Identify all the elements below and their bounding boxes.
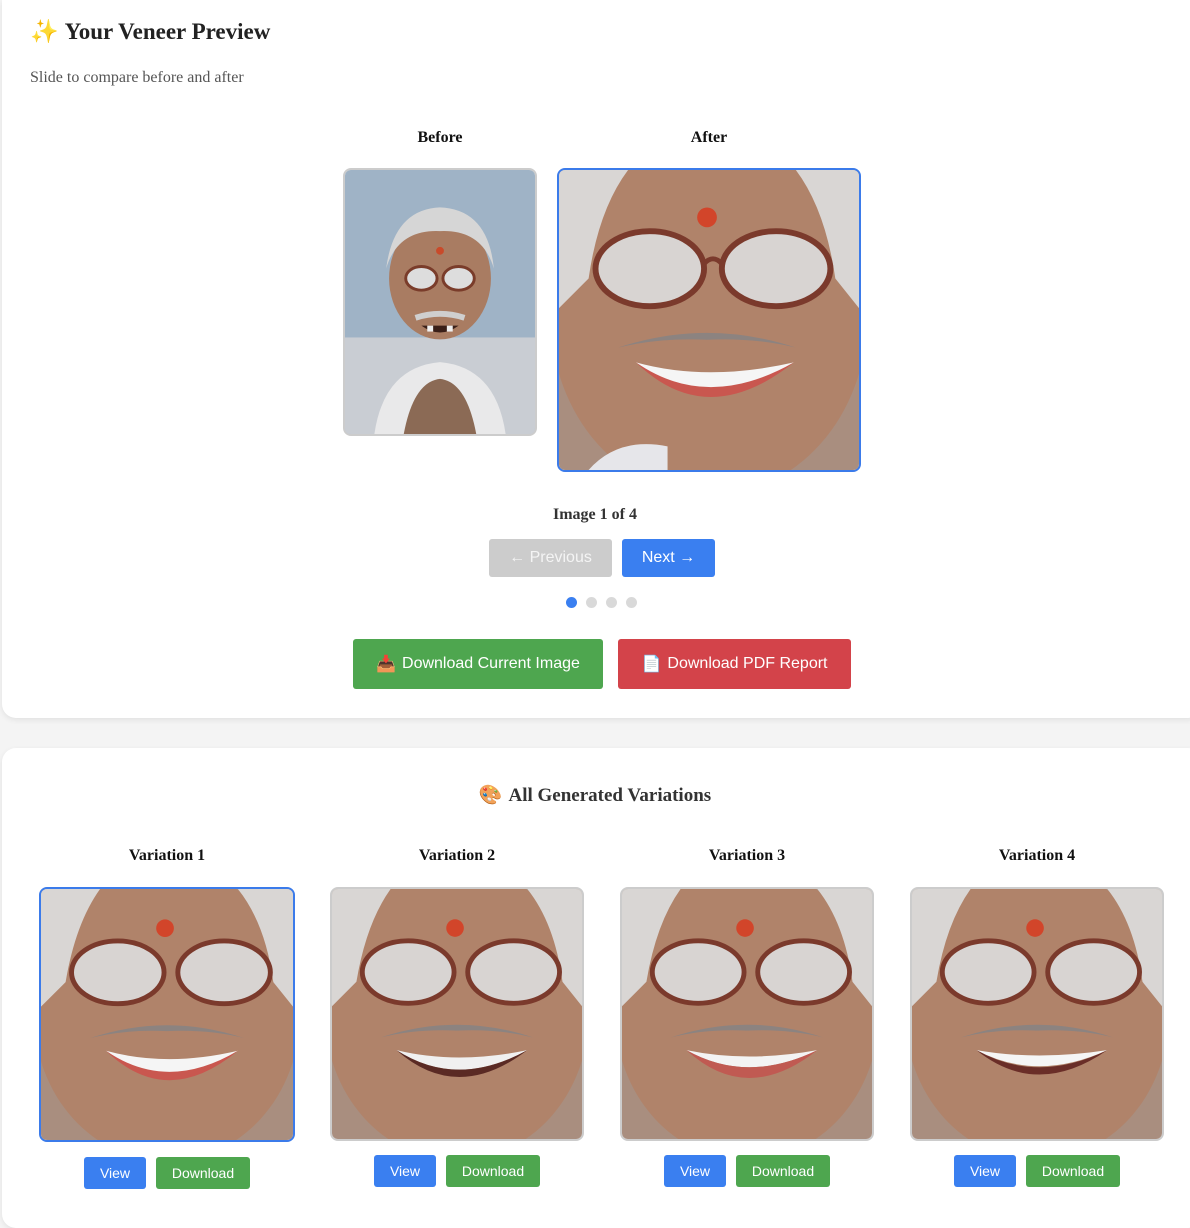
inbox-tray-icon: 📥 xyxy=(376,656,397,673)
variation-1-label: Variation 1 xyxy=(128,847,206,864)
after-image xyxy=(557,168,861,472)
page-title-text: Your Veneer Preview xyxy=(64,19,271,44)
previous-button[interactable]: ← Previous xyxy=(489,539,612,577)
variation-4-view-button[interactable]: View xyxy=(954,1155,1016,1187)
page-title: ✨ Your Veneer Preview xyxy=(30,18,270,45)
variation-1-download-button[interactable]: Download xyxy=(156,1157,250,1189)
variation-2-view-button[interactable]: View xyxy=(374,1155,436,1187)
download-pdf-report-button[interactable]: 📄 Download PDF Report xyxy=(618,639,851,689)
download-current-image-button[interactable]: 📥 Download Current Image xyxy=(353,639,603,689)
variation-1-view-button[interactable]: View xyxy=(84,1157,146,1189)
pagination-dot-1[interactable] xyxy=(566,597,577,608)
variation-3-download-button[interactable]: Download xyxy=(736,1155,830,1187)
pagination-dot-4[interactable] xyxy=(626,597,637,608)
palette-icon: 🎨 xyxy=(478,785,503,806)
variation-1-image[interactable] xyxy=(39,887,295,1142)
pagination-dot-3[interactable] xyxy=(606,597,617,608)
sparkles-icon: ✨ xyxy=(30,19,59,44)
variation-3-view-button[interactable]: View xyxy=(664,1155,726,1187)
variation-2-label: Variation 2 xyxy=(418,847,496,864)
variation-3-image[interactable] xyxy=(620,887,874,1141)
page-subtitle: Slide to compare before and after xyxy=(30,69,244,86)
variation-4-label: Variation 4 xyxy=(998,847,1076,864)
download-current-image-label: Download Current Image xyxy=(402,655,580,672)
variations-title: 🎨 All Generated Variations xyxy=(0,783,1190,807)
image-counter: Image 1 of 4 xyxy=(553,506,637,523)
next-button[interactable]: Next → xyxy=(622,539,715,577)
after-label: After xyxy=(690,129,728,146)
document-icon: 📄 xyxy=(641,656,662,673)
before-label: Before xyxy=(417,129,463,146)
variation-4-image[interactable] xyxy=(910,887,1164,1141)
variations-title-text: All Generated Variations xyxy=(508,785,712,806)
download-pdf-report-label: Download PDF Report xyxy=(667,655,828,672)
variation-2-download-button[interactable]: Download xyxy=(446,1155,540,1187)
variation-2-image[interactable] xyxy=(330,887,584,1141)
variation-4-download-button[interactable]: Download xyxy=(1026,1155,1120,1187)
pagination-dot-2[interactable] xyxy=(586,597,597,608)
before-image xyxy=(343,168,537,436)
variation-3-label: Variation 3 xyxy=(708,847,786,864)
